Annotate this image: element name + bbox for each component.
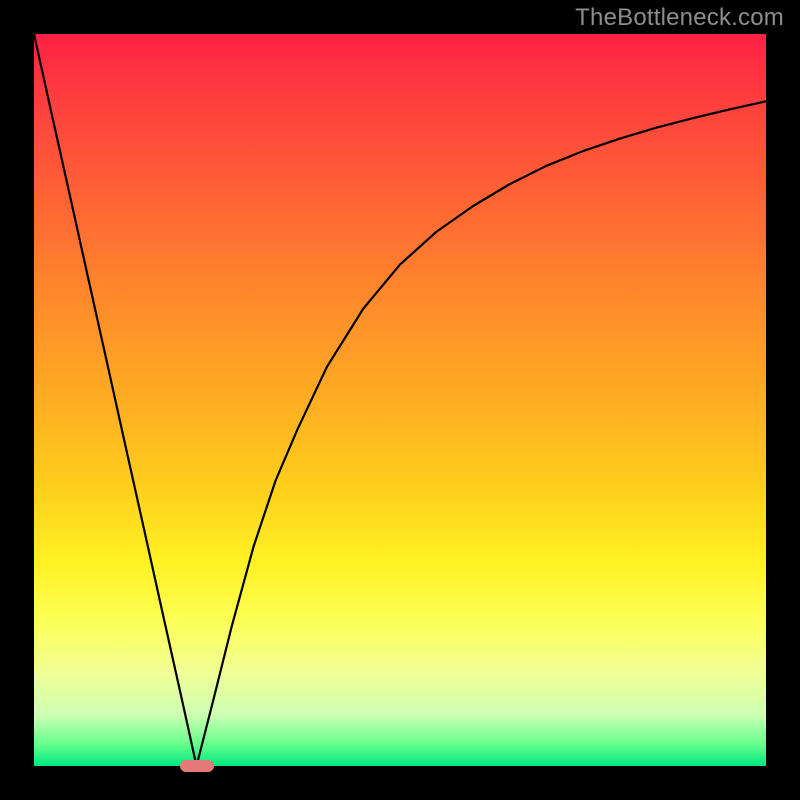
min-marker [180, 760, 214, 772]
plot-area [34, 34, 766, 766]
curve-path [34, 34, 766, 766]
watermark-text: TheBottleneck.com [575, 4, 784, 32]
bottleneck-curve [34, 34, 766, 766]
chart-frame: TheBottleneck.com [0, 0, 800, 800]
